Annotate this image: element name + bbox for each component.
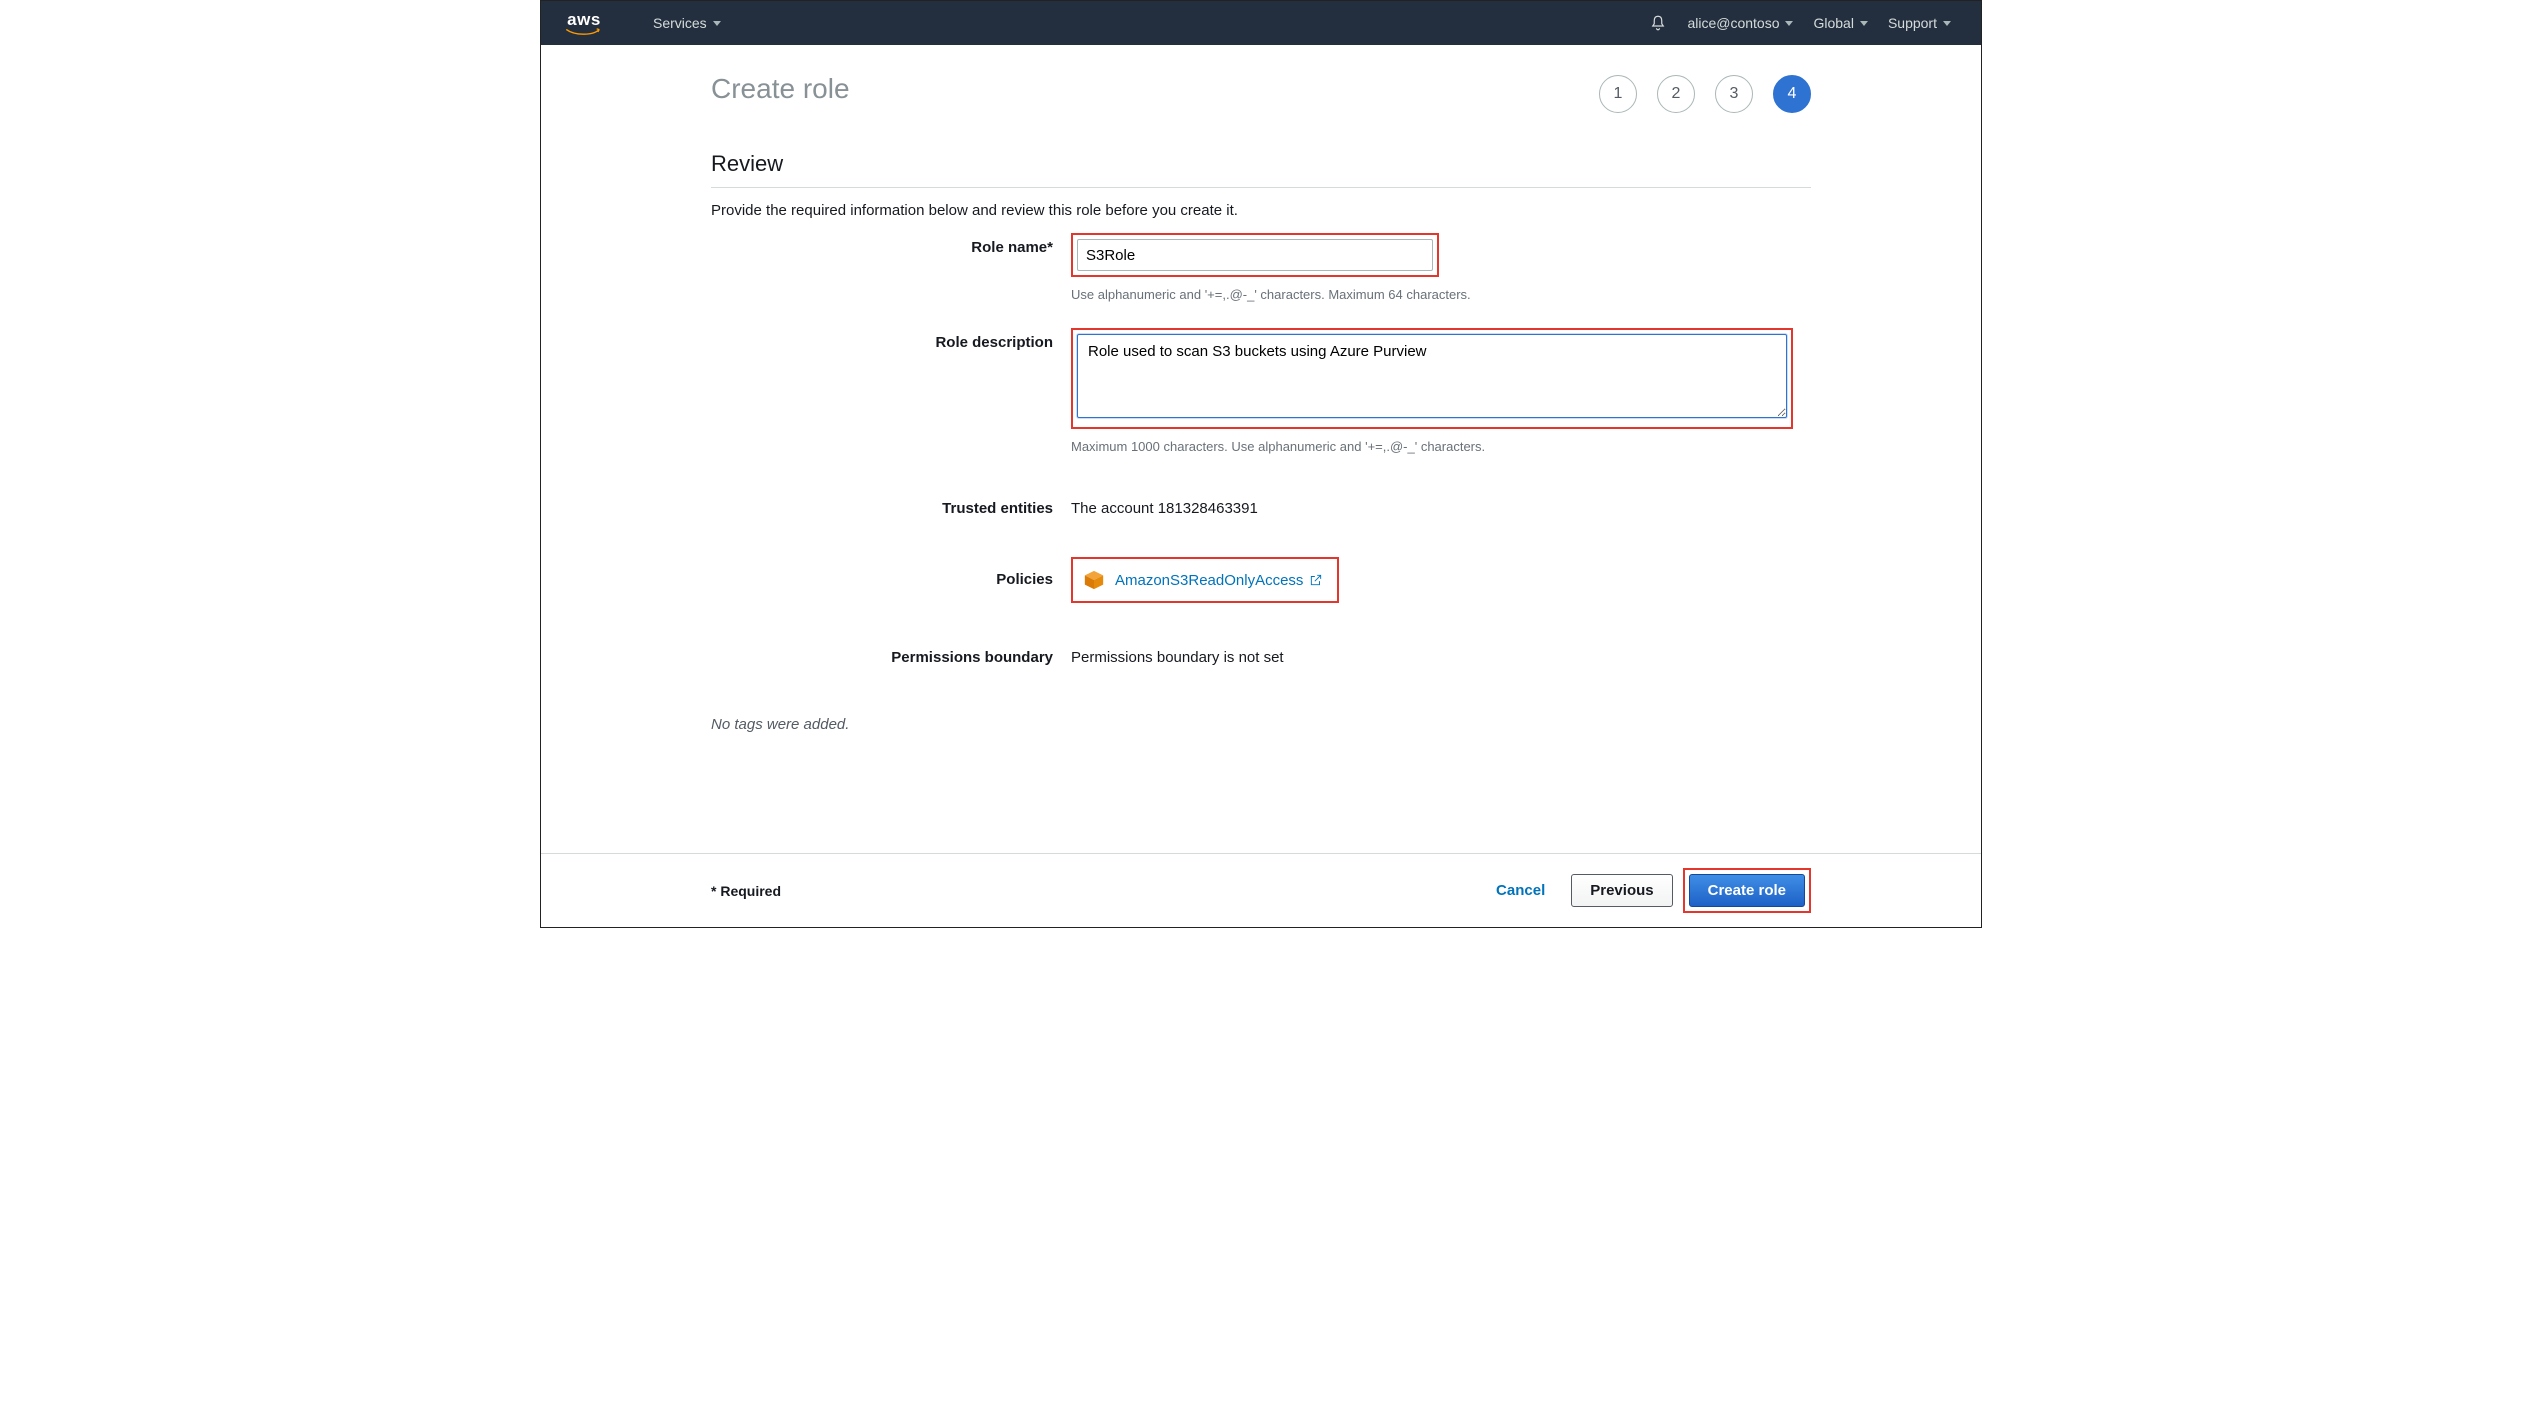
role-name-input[interactable] [1077, 239, 1433, 271]
trusted-entities-label: Trusted entities [711, 494, 1071, 517]
trusted-entities-value: The account 181328463391 [1071, 494, 1811, 517]
nav-support-label: Support [1888, 15, 1937, 31]
previous-button[interactable]: Previous [1571, 874, 1672, 907]
permissions-boundary-value: Permissions boundary is not set [1071, 643, 1811, 666]
wizard-step-2[interactable]: 2 [1657, 75, 1695, 113]
section-title: Review [711, 151, 1811, 188]
external-link-icon [1309, 573, 1323, 587]
policies-label: Policies [711, 557, 1071, 588]
nav-notifications[interactable] [1639, 1, 1677, 45]
role-description-label: Role description [711, 328, 1071, 351]
caret-down-icon [1785, 21, 1793, 26]
caret-down-icon [713, 21, 721, 26]
caret-down-icon [1943, 21, 1951, 26]
permissions-boundary-label: Permissions boundary [711, 643, 1071, 666]
nav-region-label: Global [1813, 15, 1853, 31]
aws-smile-icon [565, 28, 603, 36]
aws-logo[interactable]: aws [565, 11, 603, 36]
cancel-button[interactable]: Cancel [1480, 874, 1561, 907]
nav-account-label: alice@contoso [1687, 15, 1779, 31]
wizard-step-1[interactable]: 1 [1599, 75, 1637, 113]
create-role-button[interactable]: Create role [1689, 874, 1805, 907]
nav-services-label: Services [653, 15, 707, 31]
wizard-step-4[interactable]: 4 [1773, 75, 1811, 113]
bell-icon [1649, 14, 1667, 32]
section-subtitle: Provide the required information below a… [711, 202, 1811, 219]
wizard-steps: 1 2 3 4 [1599, 75, 1811, 113]
policy-name: AmazonS3ReadOnlyAccess [1115, 572, 1303, 589]
no-tags-note: No tags were added. [711, 716, 1811, 733]
caret-down-icon [1860, 21, 1868, 26]
nav-region[interactable]: Global [1803, 1, 1877, 45]
policy-cube-icon [1083, 569, 1105, 591]
role-description-textarea[interactable] [1077, 334, 1787, 418]
role-name-label: Role name* [711, 233, 1071, 256]
footer-bar: * Required Cancel Previous Create role [541, 853, 1981, 927]
role-description-hint: Maximum 1000 characters. Use alphanumeri… [1071, 439, 1811, 454]
nav-account[interactable]: alice@contoso [1677, 1, 1803, 45]
wizard-step-3[interactable]: 3 [1715, 75, 1753, 113]
nav-services[interactable]: Services [643, 1, 731, 45]
nav-support[interactable]: Support [1878, 1, 1961, 45]
policy-link[interactable]: AmazonS3ReadOnlyAccess [1115, 572, 1323, 589]
required-note: * Required [711, 883, 781, 899]
top-nav: aws Services alice@contoso Global Su [541, 1, 1981, 45]
aws-logo-text: aws [567, 11, 601, 28]
page-title: Create role [711, 73, 1599, 105]
role-name-hint: Use alphanumeric and '+=,.@-_' character… [1071, 287, 1811, 302]
